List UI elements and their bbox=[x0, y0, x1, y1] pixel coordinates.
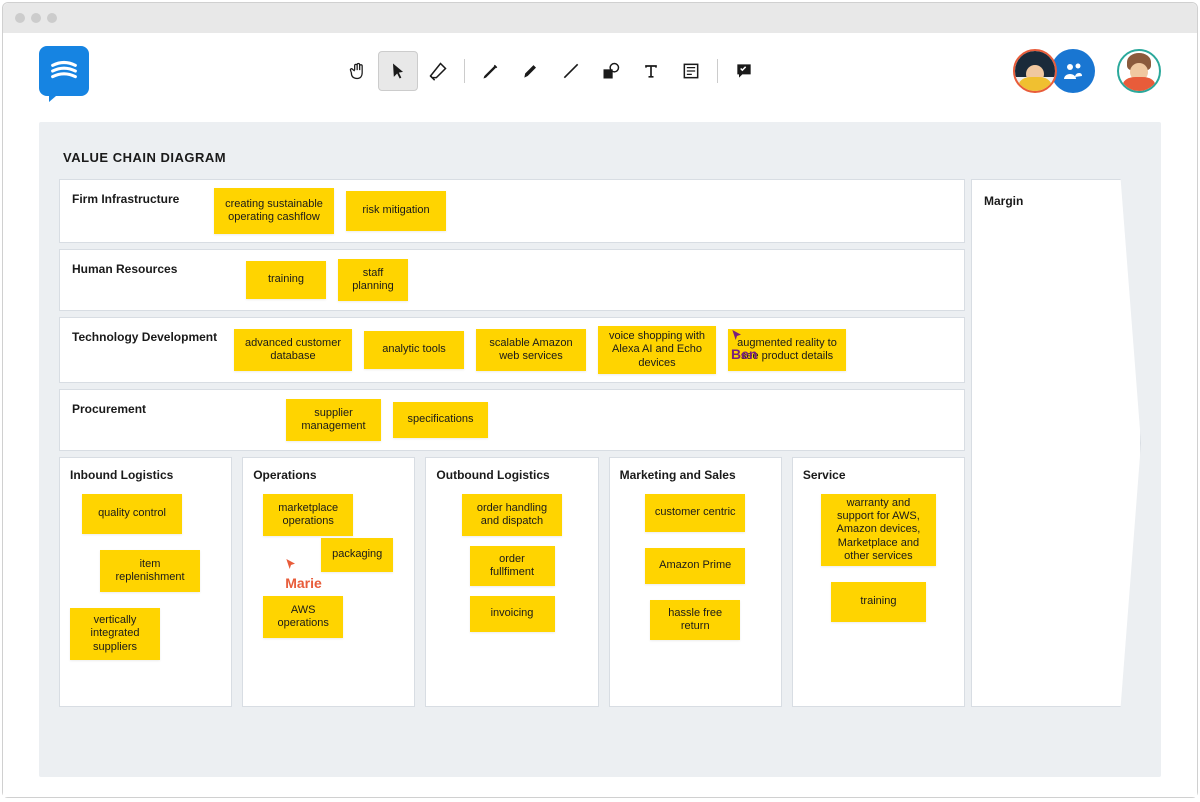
sticky-note[interactable]: order fullfiment bbox=[470, 546, 555, 586]
support-row-human-resources[interactable]: Human Resources training staff planning bbox=[59, 249, 965, 311]
sticky-note[interactable]: advanced customer database bbox=[234, 329, 352, 371]
share-button[interactable] bbox=[1051, 49, 1095, 93]
avatar-group[interactable] bbox=[1013, 49, 1095, 93]
sticky-note[interactable]: packaging bbox=[321, 538, 393, 572]
sticky-note[interactable]: customer centric bbox=[645, 494, 745, 532]
primary-col-operations[interactable]: Operations marketplace operations packag… bbox=[242, 457, 415, 707]
eraser-tool[interactable] bbox=[418, 51, 458, 91]
section-label: Outbound Logistics bbox=[436, 468, 549, 482]
text-tool[interactable] bbox=[631, 51, 671, 91]
sticky-note[interactable]: scalable Amazon web services bbox=[476, 329, 586, 371]
user-avatar[interactable] bbox=[1117, 49, 1161, 93]
shape-tool[interactable] bbox=[591, 51, 631, 91]
section-label: Technology Development bbox=[72, 326, 222, 344]
traffic-light-dot[interactable] bbox=[47, 13, 57, 23]
sticky-note[interactable]: Amazon Prime bbox=[645, 548, 745, 584]
sticky-note[interactable]: vertically integrated suppliers bbox=[70, 608, 160, 660]
sticky-note[interactable]: analytic tools bbox=[364, 331, 464, 369]
sticky-note[interactable]: marketplace operations bbox=[263, 494, 353, 536]
value-chain-diagram: Firm Infrastructure creating sustainable… bbox=[59, 179, 1141, 707]
sticky-note[interactable]: invoicing bbox=[470, 596, 555, 632]
header-right bbox=[1013, 49, 1161, 93]
sticky-note[interactable]: specifications bbox=[393, 402, 488, 438]
sticky-note[interactable]: hassle free return bbox=[650, 600, 740, 640]
sticky-note[interactable]: staff planning bbox=[338, 259, 408, 301]
sticky-note[interactable]: augmented reality to see product details bbox=[728, 329, 846, 371]
comment-tool[interactable] bbox=[724, 51, 764, 91]
pencil-tool[interactable] bbox=[471, 51, 511, 91]
marker-tool[interactable] bbox=[511, 51, 551, 91]
support-row-firm-infrastructure[interactable]: Firm Infrastructure creating sustainable… bbox=[59, 179, 965, 243]
app-window: VALUE CHAIN DIAGRAM Firm Infrastructure … bbox=[2, 2, 1198, 798]
sticky-note[interactable]: AWS operations bbox=[263, 596, 343, 638]
section-label: Service bbox=[803, 468, 846, 482]
primary-col-marketing-sales[interactable]: Marketing and Sales customer centric Ama… bbox=[609, 457, 782, 707]
primary-col-inbound-logistics[interactable]: Inbound Logistics quality control item r… bbox=[59, 457, 232, 707]
sticky-note[interactable]: supplier management bbox=[286, 399, 381, 441]
traffic-light-dot[interactable] bbox=[31, 13, 41, 23]
primary-activities-row: Inbound Logistics quality control item r… bbox=[59, 457, 965, 707]
sticky-note[interactable]: order handling and dispatch bbox=[462, 494, 562, 536]
support-row-procurement[interactable]: Procurement supplier management specific… bbox=[59, 389, 965, 451]
section-label: Firm Infrastructure bbox=[72, 188, 202, 206]
sticky-note[interactable]: quality control bbox=[82, 494, 182, 534]
sticky-note[interactable]: voice shopping with Alexa AI and Echo de… bbox=[598, 326, 716, 374]
sticky-note[interactable]: warranty and support for AWS, Amazon dev… bbox=[821, 494, 936, 566]
activities-column: Firm Infrastructure creating sustainable… bbox=[59, 179, 965, 707]
sticky-note[interactable]: risk mitigation bbox=[346, 191, 446, 231]
section-label: Human Resources bbox=[72, 258, 202, 276]
hand-tool[interactable] bbox=[338, 51, 378, 91]
diagram-title: VALUE CHAIN DIAGRAM bbox=[63, 150, 1141, 165]
toolbar-separator bbox=[464, 59, 465, 83]
sticky-note[interactable]: training bbox=[831, 582, 926, 622]
window-titlebar bbox=[3, 3, 1197, 33]
toolbar-separator bbox=[717, 59, 718, 83]
toolbar bbox=[338, 51, 764, 91]
app-logo[interactable] bbox=[39, 46, 89, 96]
note-tool[interactable] bbox=[671, 51, 711, 91]
sticky-note[interactable]: creating sustainable operating cashflow bbox=[214, 188, 334, 234]
cursor-label: Marie bbox=[285, 575, 322, 591]
sticky-note[interactable]: item replenishment bbox=[100, 550, 200, 592]
sticky-note[interactable]: training bbox=[246, 261, 326, 299]
section-label: Marketing and Sales bbox=[620, 468, 736, 482]
support-row-technology-development[interactable]: Technology Development advanced customer… bbox=[59, 317, 965, 383]
traffic-light-dot[interactable] bbox=[15, 13, 25, 23]
app-header bbox=[3, 33, 1197, 108]
section-label: Operations bbox=[253, 468, 316, 482]
collaborator-cursor-marie: Marie bbox=[283, 557, 322, 591]
primary-col-outbound-logistics[interactable]: Outbound Logistics order handling and di… bbox=[425, 457, 598, 707]
margin-section[interactable]: Margin bbox=[971, 179, 1141, 707]
section-label: Margin bbox=[984, 190, 1128, 208]
canvas-area[interactable]: VALUE CHAIN DIAGRAM Firm Infrastructure … bbox=[3, 108, 1197, 797]
section-label: Inbound Logistics bbox=[70, 468, 173, 482]
collaborator-avatar[interactable] bbox=[1013, 49, 1057, 93]
pointer-tool[interactable] bbox=[378, 51, 418, 91]
primary-col-service[interactable]: Service warranty and support for AWS, Am… bbox=[792, 457, 965, 707]
diagram-canvas[interactable]: VALUE CHAIN DIAGRAM Firm Infrastructure … bbox=[39, 122, 1161, 777]
line-tool[interactable] bbox=[551, 51, 591, 91]
section-label: Procurement bbox=[72, 398, 202, 416]
